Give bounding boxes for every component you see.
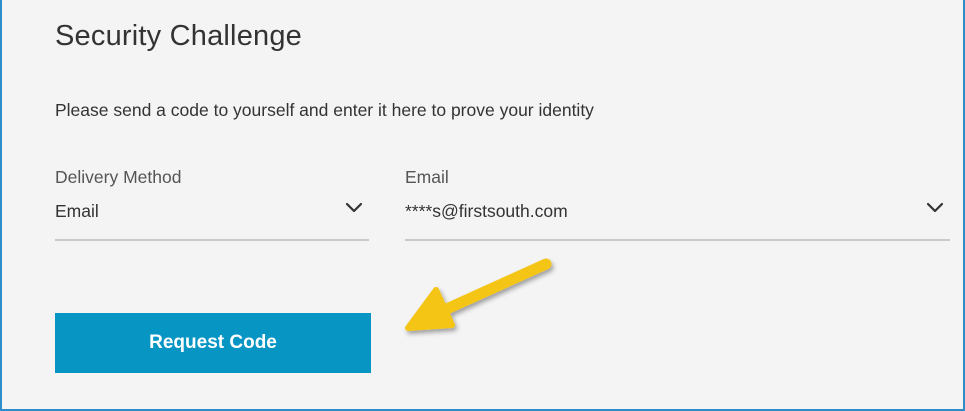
delivery-method-select[interactable]: Delivery Method Email (55, 167, 369, 241)
security-challenge-panel: Security Challenge Please send a code to… (0, 0, 965, 411)
instructions-text: Please send a code to yourself and enter… (55, 100, 594, 120)
arrow-icon (405, 258, 552, 331)
request-code-button[interactable]: Request Code (55, 313, 371, 373)
chevron-down-icon (345, 202, 363, 213)
email-value: ****s@firstsouth.com (405, 201, 568, 221)
delivery-method-value: Email (55, 201, 99, 221)
delivery-method-label: Delivery Method (55, 167, 182, 187)
page-title: Security Challenge (55, 20, 303, 52)
email-select[interactable]: Email ****s@firstsouth.com (405, 167, 950, 241)
email-label: Email (405, 167, 449, 187)
chevron-down-icon (926, 202, 944, 213)
